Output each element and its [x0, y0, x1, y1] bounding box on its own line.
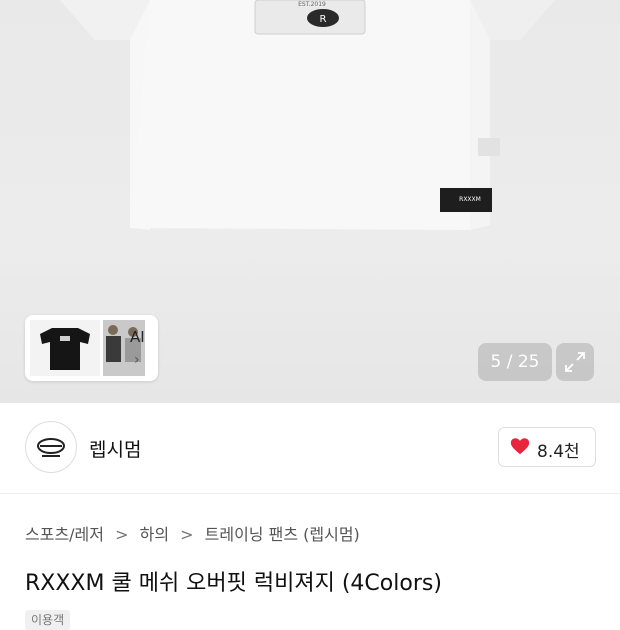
expand-button[interactable] [556, 343, 594, 381]
breadcrumb: 스포츠/레저 > 하의 > 트레이닝 팬츠 (렙시멈) [25, 521, 360, 545]
like-count: 8.4천 [537, 442, 580, 462]
store-logo[interactable] [25, 421, 77, 473]
shirt-print-text: EST.2019 [298, 1, 326, 8]
svg-text:R: R [320, 14, 327, 25]
expand-icon [565, 352, 585, 372]
store-name[interactable]: 렙시멈 [89, 435, 141, 462]
chevron-right-icon: > [115, 525, 129, 544]
like-button[interactable]: 8.4천 [498, 427, 596, 467]
breadcrumb-item[interactable]: 트레이닝 팬츠 (렙시멈) [205, 521, 360, 545]
ai-thumbnail-card[interactable] [25, 315, 158, 381]
chevron-right-icon: › [134, 352, 140, 368]
shirt-label-text: RXXXM [459, 196, 481, 203]
heart-icon [510, 438, 530, 455]
product-badge: 이용객 [25, 610, 71, 630]
thumbnail-black-shirt [30, 320, 100, 376]
store-bar: 렙시멈 8.4천 [0, 403, 620, 494]
image-counter: 5 / 25 [478, 343, 552, 381]
ai-label: AI [130, 328, 145, 346]
product-image-gallery[interactable]: R EST.2019 RXXXM AI › 5 / 25 [0, 0, 620, 403]
breadcrumb-item[interactable]: 스포츠/레저 [25, 521, 104, 545]
breadcrumb-item[interactable]: 하의 [140, 521, 169, 545]
chevron-right-icon: > [180, 525, 194, 544]
product-title: RXXXM 쿨 메쉬 오버핏 럭비져지 (4Colors) [25, 571, 442, 596]
